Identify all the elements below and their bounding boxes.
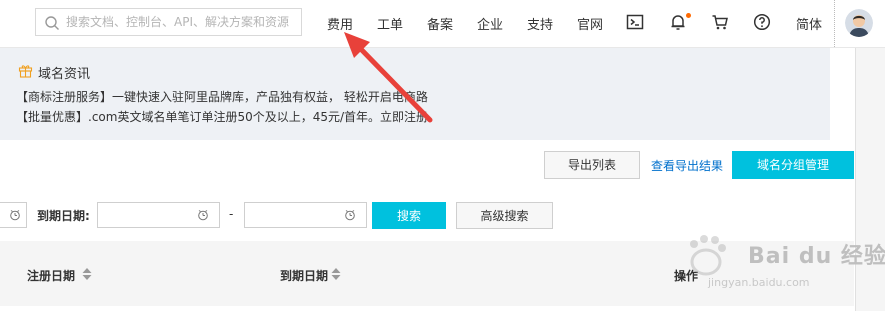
- watermark-url: jingyan.baidu.com: [708, 276, 810, 289]
- calendar-icon[interactable]: [9, 209, 21, 221]
- nav-icp-filing[interactable]: 备案: [427, 14, 453, 33]
- domain-group-manage-button[interactable]: 域名分组管理: [732, 151, 854, 179]
- notice-trademark-link[interactable]: 【商标注册服务】一键快速入驻阿里品牌库，产品独有权益， 轻松开启电商路: [16, 88, 428, 105]
- domain-news-panel: 域名资讯 【商标注册服务】一键快速入驻阿里品牌库，产品独有权益， 轻松开启电商路…: [0, 48, 830, 140]
- expire-date-end-input[interactable]: [244, 202, 367, 228]
- bell-icon[interactable]: [669, 13, 687, 31]
- top-navigation-bar: 费用 工单 备案 企业 支持 官网 简体: [0, 0, 885, 48]
- terminal-icon[interactable]: [626, 13, 644, 31]
- date-range-separator: -: [229, 207, 234, 221]
- watermark-brand: Bai du 经验: [748, 244, 885, 269]
- view-export-results-link[interactable]: 查看导出结果: [651, 157, 723, 174]
- notice-title: 域名资讯: [38, 67, 91, 82]
- nav-support[interactable]: 支持: [527, 14, 553, 33]
- column-registration-date[interactable]: 注册日期: [27, 267, 75, 284]
- help-icon[interactable]: [753, 13, 771, 31]
- registration-date-end-input[interactable]: [0, 202, 27, 228]
- language-switch[interactable]: 简体: [796, 14, 822, 33]
- notification-dot: [686, 13, 691, 18]
- sort-icon[interactable]: [331, 267, 341, 281]
- cart-icon[interactable]: [711, 13, 729, 31]
- sort-icon[interactable]: [82, 267, 92, 281]
- nav-tickets[interactable]: 工单: [377, 14, 403, 33]
- advanced-search-button[interactable]: 高级搜索: [456, 202, 553, 229]
- calendar-icon[interactable]: [197, 209, 209, 221]
- expire-date-start-input[interactable]: [97, 202, 220, 228]
- user-menu[interactable]: [834, 0, 885, 47]
- calendar-icon[interactable]: [344, 209, 356, 221]
- nav-billing[interactable]: 费用: [327, 14, 353, 33]
- search-icon: [45, 16, 59, 30]
- nav-official-site[interactable]: 官网: [577, 14, 603, 33]
- search-button[interactable]: 搜索: [372, 202, 446, 229]
- gift-icon: [18, 65, 33, 78]
- expire-date-label: 到期日期:: [37, 209, 90, 223]
- nav-enterprise[interactable]: 企业: [477, 14, 503, 33]
- notice-bulk-discount-link[interactable]: 【批量优惠】.com英文域名单笔订单注册50个及以上，45元/首年。立即注册: [16, 108, 428, 125]
- search-input[interactable]: [66, 12, 294, 32]
- avatar[interactable]: [845, 9, 873, 37]
- global-search-box[interactable]: [35, 8, 302, 36]
- export-list-button[interactable]: 导出列表: [544, 151, 640, 179]
- column-expire-date[interactable]: 到期日期: [280, 267, 328, 284]
- side-panel-edge: [855, 48, 885, 311]
